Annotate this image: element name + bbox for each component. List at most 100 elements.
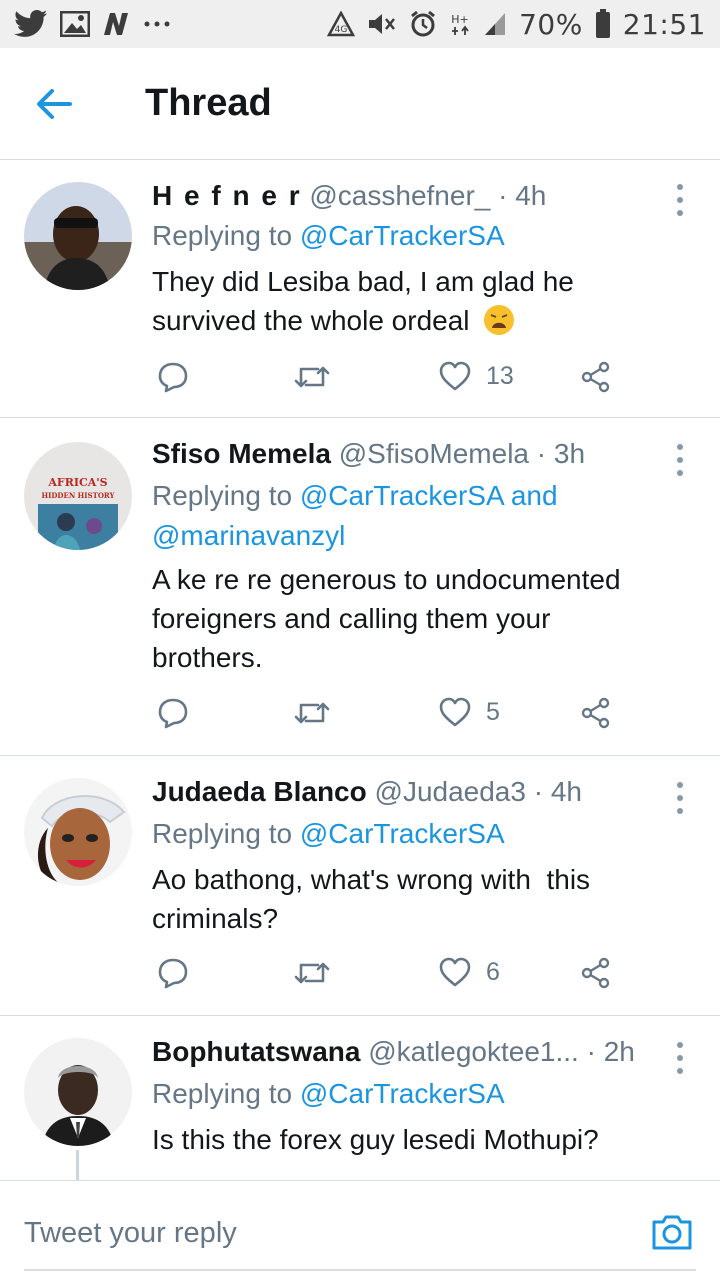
share-button[interactable] (580, 696, 612, 730)
separator-dot: · (586, 1036, 596, 1067)
timestamp: 4h (550, 776, 582, 807)
tweet-actions: 6 (152, 956, 622, 996)
tweet-actions: 13 (152, 360, 622, 400)
network-label: H+ (451, 13, 469, 26)
author-name[interactable]: H e f n e r (152, 180, 302, 211)
tweet-text-line: Ao bathong, what's wrong with this (152, 864, 591, 895)
status-bar: 4G H+ 70% 21:51 (0, 0, 720, 48)
author-handle[interactable]: @casshefner_ (309, 180, 490, 211)
status-bar-right: 4G H+ 70% 21:51 (327, 8, 706, 41)
retweet-button[interactable] (294, 696, 330, 730)
retweet-button[interactable] (294, 956, 330, 990)
replying-to: Replying to @CarTrackerSA and @marinavan… (152, 476, 690, 556)
timestamp: 2h (603, 1036, 635, 1067)
more-dots-icon (144, 20, 170, 28)
news-icon (102, 11, 132, 37)
tweet-header: H e f n e r @casshefner_ · 4h (152, 180, 660, 212)
tweet-header: Sfiso Memela @SfisoMemela · 3h (152, 438, 660, 470)
svg-text:4G: 4G (335, 25, 348, 35)
share-button[interactable] (580, 956, 612, 990)
like-button[interactable]: 5 (438, 696, 500, 728)
more-vertical-icon (677, 1042, 683, 1048)
reply-composer: Tweet your reply (0, 1180, 720, 1280)
share-icon (581, 697, 610, 729)
share-icon (581, 361, 610, 393)
avatar-book-title: AFRICA'S (47, 476, 107, 489)
retweet-icon (294, 366, 330, 388)
tweet-text-line: foreigners and calling them your (152, 603, 551, 634)
heart-icon (439, 957, 471, 987)
like-count: 13 (486, 361, 514, 390)
author-name[interactable]: Sfiso Memela (152, 438, 331, 469)
more-options-button[interactable] (674, 444, 686, 476)
thread-header: Thread (0, 48, 720, 160)
clock: 21:51 (622, 7, 706, 41)
tweet-text: A ke re re generous to undocumented fore… (152, 560, 680, 677)
mention-link[interactable]: @CarTrackerSA (300, 220, 505, 251)
replying-to: Replying to @CarTrackerSA (152, 814, 690, 854)
reply-input-underline (24, 1269, 696, 1271)
separator-dot: · (536, 438, 547, 469)
avatar[interactable]: AFRICA'S HIDDEN HISTORY (24, 442, 132, 550)
retweet-button[interactable] (294, 360, 330, 394)
mention-link[interactable]: @CarTrackerSA (300, 1078, 505, 1109)
tweet-text-line: A ke re re generous to undocumented (152, 564, 621, 595)
tweet-text-line: criminals? (152, 903, 279, 934)
retweet-icon (294, 962, 330, 984)
mention-link[interactable]: @CarTrackerSA (300, 818, 505, 849)
tweet-item[interactable]: Judaeda Blanco @Judaeda3 · 4h Replying t… (0, 756, 720, 1016)
heart-icon (439, 697, 471, 727)
mention-link[interactable]: @CarTrackerSA and (300, 480, 558, 511)
heart-icon (439, 361, 471, 391)
reply-button[interactable] (156, 956, 190, 990)
alarm-icon (409, 10, 437, 38)
replying-prefix: Replying to (152, 818, 300, 849)
share-button[interactable] (580, 360, 612, 394)
more-options-button[interactable] (674, 1042, 686, 1074)
battery-icon (595, 9, 611, 39)
avatar[interactable] (24, 778, 132, 886)
tweet-item[interactable]: H e f n e r @casshefner_ · 4h Replying t… (0, 160, 720, 418)
reply-button[interactable] (156, 360, 190, 394)
hplus-icon: H+ (449, 11, 471, 37)
more-vertical-icon (677, 782, 683, 788)
tweet-text-line: They did Lesiba bad, I am glad he (152, 266, 574, 297)
timestamp: 3h (553, 438, 586, 469)
tweet-text-line: Is this the forex guy lesedi Mothupi? (152, 1124, 599, 1155)
retweet-icon (294, 702, 330, 724)
author-name[interactable]: Bophutatswana (152, 1036, 360, 1067)
avatar-book-subtitle: HIDDEN HISTORY (41, 491, 115, 500)
tweet-text: Is this the forex guy lesedi Mothupi? (152, 1120, 680, 1159)
avatar[interactable] (24, 182, 132, 290)
reply-button[interactable] (156, 696, 190, 730)
more-options-button[interactable] (674, 184, 686, 216)
thread-connector-line (76, 1150, 79, 1180)
more-options-button[interactable] (674, 782, 686, 814)
reply-icon (158, 698, 188, 729)
author-name[interactable]: Judaeda Blanco (152, 776, 367, 807)
replying-prefix: Replying to (152, 220, 300, 251)
author-handle[interactable]: @Judaeda3 (375, 776, 526, 807)
back-button[interactable] (34, 84, 78, 124)
timestamp: 4h (515, 180, 547, 211)
mention-link[interactable]: @marinavanzyl (152, 516, 690, 556)
reply-icon (158, 958, 188, 989)
like-button[interactable]: 13 (438, 360, 514, 392)
reply-input[interactable]: Tweet your reply (24, 1217, 237, 1250)
tweet-item[interactable]: AFRICA'S HIDDEN HISTORY Sfiso Memela @Sf… (0, 418, 720, 756)
author-handle[interactable]: @katlegoktee1... (368, 1036, 579, 1067)
like-button[interactable]: 6 (438, 956, 500, 988)
camera-button[interactable] (650, 1212, 694, 1252)
tweet-item[interactable]: Bophutatswana @katlegoktee1... · 2h Repl… (0, 1016, 720, 1180)
tweet-text: Ao bathong, what's wrong with this crimi… (152, 860, 680, 938)
more-vertical-icon (677, 444, 683, 450)
tweet-text-line: survived the whole ordeal (152, 301, 680, 346)
tweet-actions: 5 (152, 696, 622, 736)
mute-icon (367, 11, 397, 37)
author-handle[interactable]: @SfisoMemela (339, 438, 529, 469)
avatar[interactable] (24, 1038, 132, 1146)
replying-prefix: Replying to (152, 480, 300, 511)
replying-to: Replying to @CarTrackerSA (152, 216, 690, 256)
twitter-icon (14, 10, 48, 38)
status-bar-left (14, 10, 170, 38)
